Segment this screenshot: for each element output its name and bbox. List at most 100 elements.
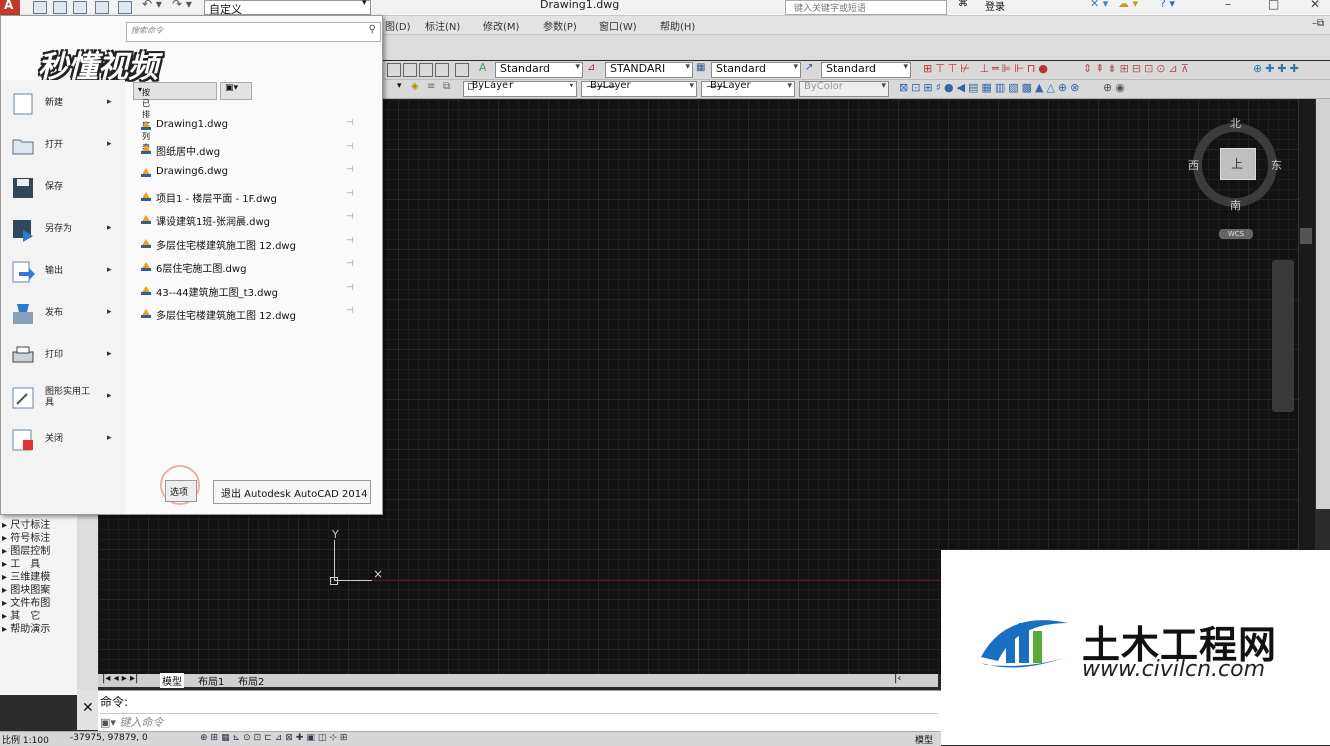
chevron-down-icon[interactable]: ▾ [362, 0, 367, 8]
viewcube-east[interactable]: 东 [1271, 157, 1282, 173]
menu-item-new[interactable]: 新建 ▸ [1, 86, 125, 124]
tab-model[interactable]: 模型 [160, 673, 184, 688]
command-close[interactable]: ✕ [77, 690, 98, 730]
maximize-icon[interactable]: □ [1268, 0, 1279, 11]
minimize-icon[interactable]: – [1225, 0, 1231, 11]
recent-file-item[interactable]: Drawing6.dwg ⊣ [138, 164, 363, 182]
scrollbar-thumb[interactable] [1300, 228, 1312, 244]
pin-icon[interactable]: ⊣ [346, 283, 354, 293]
login-link[interactable]: 登录 [985, 0, 1005, 13]
palette-sidebar[interactable] [77, 515, 98, 695]
exit-autocad-button[interactable]: 退出 Autodesk AutoCAD 2014 [213, 480, 371, 504]
wcs-menu[interactable]: WCS [1219, 229, 1253, 239]
recent-file-item[interactable]: 图纸居中.dwg ⊣ [138, 141, 363, 159]
workspace-selector[interactable]: 自定义 [204, 0, 371, 16]
viewcube-west[interactable]: 西 [1188, 157, 1199, 173]
hscroll-left-arrow[interactable]: |‹ [894, 673, 901, 684]
binoculars-icon[interactable]: ⌘ [958, 0, 968, 9]
pin-icon[interactable]: ⊣ [346, 118, 354, 128]
tab-nav-arrows[interactable]: |◂ ◂ ▸ ▸| [102, 673, 138, 684]
viewcube-face[interactable]: 上 [1220, 148, 1256, 180]
menu-item-save[interactable]: 保存 [1, 170, 125, 208]
redo-icon[interactable]: ↷ ▾ [172, 0, 192, 11]
toolbar-icon[interactable] [387, 63, 401, 77]
menu-help[interactable]: 帮助(H) [660, 18, 695, 33]
annotation-scale[interactable]: 比例 1:100 [2, 733, 49, 746]
menu-item-export[interactable]: 输出 ▸ [1, 254, 125, 292]
menu-item-open[interactable]: 打开 ▸ [1, 128, 125, 166]
recent-file-item[interactable]: 多层住宅楼建筑施工图 12.dwg ⊣ [138, 305, 363, 323]
sort-dropdown[interactable]: 按已排序列表 ▾ [133, 82, 217, 152]
pin-icon[interactable]: ⊣ [346, 212, 354, 222]
recent-file-item[interactable]: 43--44建筑施工图_t3.dwg ⊣ [138, 282, 363, 300]
menu-modify[interactable]: 修改(M) [483, 18, 519, 33]
recent-file-item[interactable]: Drawing1.dwg ⊣ [138, 117, 363, 135]
pin-icon[interactable]: ⊣ [346, 236, 354, 246]
exchange-icon[interactable]: ✕ ▾ [1090, 0, 1108, 10]
layer-icon[interactable]: ◈ [411, 81, 423, 93]
linetype-select[interactable]: ——— ByLayer ▾ [581, 80, 697, 97]
application-button[interactable]: A [0, 0, 20, 15]
pin-icon[interactable]: ⊣ [346, 142, 354, 152]
pin-icon[interactable]: ⊣ [346, 306, 354, 316]
menu-item-drawing-utilities[interactable]: 图形实用工具 ▸ [1, 380, 125, 418]
navigation-bar[interactable] [1272, 260, 1294, 412]
menu-item-save-as[interactable]: 另存为 ▸ [1, 212, 125, 250]
chevron-down-icon[interactable]: ▾ [397, 81, 402, 91]
save-as-icon[interactable] [95, 1, 109, 14]
command-input[interactable]: ▣▾ 键入命令 [100, 713, 938, 729]
dimension-tools-icons[interactable]: ⊞⊤⊤⊬ ⊥═⊫⊩⊓● [923, 62, 1051, 75]
new-icon[interactable] [33, 1, 47, 14]
undo-icon[interactable]: ↶ ▾ [142, 0, 162, 11]
vertical-scrollbar[interactable] [1298, 99, 1315, 551]
toolbar-icon[interactable] [435, 63, 449, 77]
menu-item-print[interactable]: 打印 ▸ [1, 338, 125, 376]
palette-item[interactable]: ▸ 帮助演示 [2, 620, 50, 635]
toolbar-icon[interactable] [419, 63, 433, 77]
draw-tools-icons[interactable]: ⊠⊡⊞♯●◀▤▦▥▧▩▲△⊕⊗ [899, 81, 1082, 94]
pin-icon[interactable]: ⊣ [346, 189, 354, 199]
tab-layout2[interactable]: 布局2 [238, 673, 264, 688]
view-mode-dropdown[interactable]: ▣▾ [220, 82, 252, 100]
text-style-select[interactable]: Standard ▾ [495, 62, 583, 78]
autodesk360-icon[interactable]: ☁ ▾ [1118, 0, 1138, 10]
menu-item-close[interactable]: 关闭 ▸ [1, 422, 125, 460]
restore-doc-icon[interactable]: –⧉ [1312, 18, 1324, 29]
save-icon[interactable] [73, 1, 87, 14]
keyword-search-input[interactable]: 键入关键字或短语 [785, 0, 947, 15]
open-icon[interactable] [53, 1, 67, 14]
close-window-icon[interactable]: ✕ [1310, 0, 1320, 11]
menu-draw[interactable]: 图(D) [385, 18, 411, 33]
lineweight-select[interactable]: —— ByLayer ▾ [701, 80, 795, 97]
toolbar-icon[interactable] [403, 63, 417, 77]
viewcube-south[interactable]: 南 [1230, 197, 1241, 213]
menu-parametric[interactable]: 参数(P) [543, 18, 577, 33]
multileader-style-select[interactable]: Standard ▾ [821, 62, 911, 78]
model-space-label[interactable]: 模型 [915, 733, 933, 746]
command-search-input[interactable]: 搜索命令 ⚲ [126, 22, 381, 42]
recent-file-item[interactable]: 项目1 - 楼层平面 - 1F.dwg ⊣ [138, 188, 363, 206]
plot-style-select[interactable]: ByColor ▾ [799, 81, 889, 97]
color-select[interactable]: □ ByLayer ▾ [463, 80, 577, 97]
options-button[interactable]: 选项 [165, 480, 197, 502]
viewcube-north[interactable]: 北 [1230, 115, 1241, 131]
help-toolbar-icon[interactable] [455, 63, 469, 77]
layer-previous-icon[interactable]: ⧉ [443, 81, 455, 93]
menu-dimension[interactable]: 标注(N) [425, 18, 460, 33]
pin-icon[interactable]: ⊣ [346, 165, 354, 175]
recent-file-item[interactable]: 课设建筑1班-张润晨.dwg ⊣ [138, 211, 363, 229]
recent-file-item[interactable]: 多层住宅楼建筑施工图 12.dwg ⊣ [138, 235, 363, 253]
modify-tools-icons[interactable]: ⇕⇞⇟⊞⊟⊡⊙⊿⊼ [1083, 62, 1192, 75]
drafting-toggle-icons[interactable]: ⊕⊞▦⊾⊙⊡⊏⊿⊠✚▣◫⊹⊞ [200, 733, 350, 743]
menu-item-publish[interactable]: 发布 ▸ [1, 296, 125, 334]
plot-icon[interactable] [118, 1, 132, 14]
pin-icon[interactable]: ⊣ [346, 259, 354, 269]
recent-file-item[interactable]: 6层住宅施工图.dwg ⊣ [138, 258, 363, 276]
table-style-select[interactable]: Standard ▾ [711, 62, 801, 78]
help-icon[interactable]: ? ▾ [1160, 0, 1175, 10]
modify-toolbar-vertical[interactable] [1316, 99, 1330, 509]
view-tools-icons[interactable]: ⊕✚✚✚ [1253, 62, 1302, 75]
tab-layout1[interactable]: 布局1 [198, 673, 224, 688]
dim-style-select[interactable]: STANDARI ▾ [605, 62, 693, 78]
menu-window[interactable]: 窗口(W) [599, 18, 637, 33]
